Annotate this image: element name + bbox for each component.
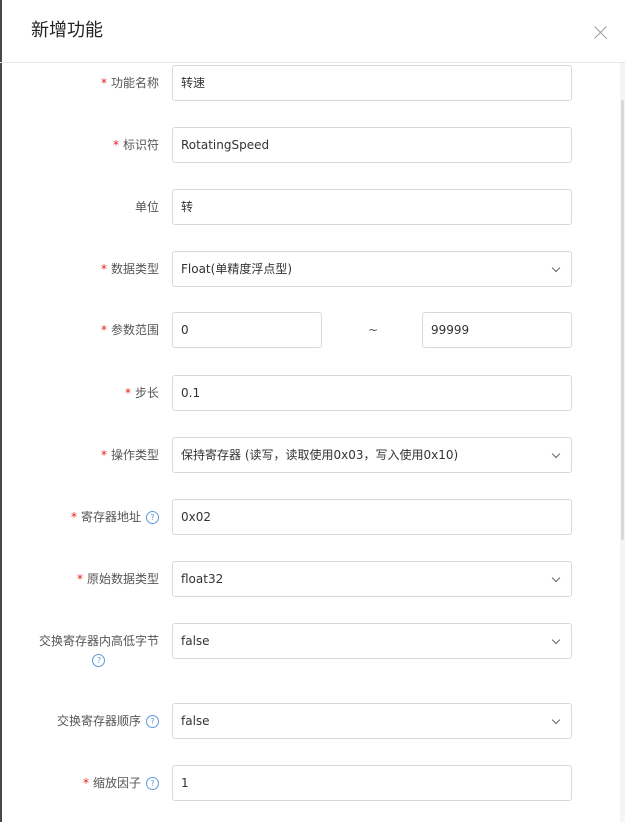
scale-factor-label: * 缩放因子?: [83, 775, 159, 791]
range-min-input[interactable]: 0: [172, 312, 322, 348]
required-mark: *: [82, 776, 89, 790]
chevron-down-icon: [551, 449, 561, 459]
data-type-value: Float(单精度浮点型): [181, 262, 293, 276]
swap-order-select[interactable]: false: [172, 703, 572, 739]
param-range-label: * 参数范围: [100, 323, 159, 337]
operation-type-value: 保持寄存器 (读写，读取使用0x03，写入使用0x10): [181, 448, 459, 462]
operation-type-select[interactable]: 保持寄存器 (读写，读取使用0x03，写入使用0x10): [172, 437, 572, 473]
operation-type-label: * 操作类型: [100, 448, 159, 462]
unit-input[interactable]: 转: [172, 189, 572, 225]
data-type-select[interactable]: Float(单精度浮点型): [172, 251, 572, 287]
required-mark: *: [76, 572, 83, 586]
help-circle-icon[interactable]: ?: [146, 511, 159, 524]
step-label: * 步长: [124, 386, 159, 400]
swap-bytes-label: 交换寄存器内高低字节 ?: [39, 633, 159, 668]
register-address-input[interactable]: 0x02: [172, 499, 572, 535]
dialog-title: 新增功能: [31, 20, 103, 41]
scale-factor-input[interactable]: 1: [172, 765, 572, 801]
swap-bytes-select[interactable]: false: [172, 623, 572, 659]
help-circle-icon[interactable]: ?: [146, 777, 159, 790]
dialog-header: 新增功能: [0, 0, 625, 63]
function-name-input[interactable]: 转速: [172, 65, 572, 101]
identifier-input[interactable]: RotatingSpeed: [172, 127, 572, 163]
add-function-dialog: 新增功能 * 功能名称 转速 * 标识符 RotatingSpeed 单位 转 * 数…: [0, 0, 625, 822]
chevron-down-icon: [551, 715, 561, 725]
chevron-down-icon: [551, 573, 561, 583]
help-circle-icon[interactable]: ?: [146, 715, 159, 728]
dialog-left-border: [0, 0, 2, 822]
required-mark: *: [112, 138, 119, 152]
help-circle-icon[interactable]: ?: [92, 654, 106, 667]
unit-label: 单位: [134, 200, 159, 214]
scrollbar-thumb[interactable]: [621, 100, 624, 540]
required-mark: *: [100, 262, 107, 276]
range-max-input[interactable]: 99999: [422, 312, 572, 348]
help-line: ?: [39, 652, 159, 668]
raw-data-type-value: float32: [181, 572, 224, 586]
required-mark: *: [100, 323, 107, 337]
data-type-label: * 数据类型: [100, 262, 159, 276]
swap-bytes-value: false: [181, 634, 210, 648]
required-mark: *: [100, 448, 107, 462]
range-separator: ~: [368, 323, 379, 337]
raw-data-type-label: * 原始数据类型: [76, 572, 159, 586]
register-address-label: * 寄存器地址?: [71, 509, 159, 525]
raw-data-type-select[interactable]: float32: [172, 561, 572, 597]
swap-order-value: false: [181, 714, 210, 728]
identifier-label: * 标识符: [112, 138, 159, 152]
swap-bytes-label-text: 交换寄存器内高低字节: [38, 634, 159, 648]
chevron-down-icon: [551, 263, 561, 273]
required-mark: *: [70, 510, 77, 524]
step-input[interactable]: 0.1: [172, 375, 572, 411]
chevron-down-icon: [551, 635, 561, 645]
function-name-label: * 功能名称: [100, 76, 159, 90]
required-mark: *: [124, 386, 131, 400]
close-icon[interactable]: [592, 24, 610, 42]
required-mark: *: [100, 76, 107, 90]
swap-order-label: 交换寄存器顺序?: [57, 713, 159, 729]
